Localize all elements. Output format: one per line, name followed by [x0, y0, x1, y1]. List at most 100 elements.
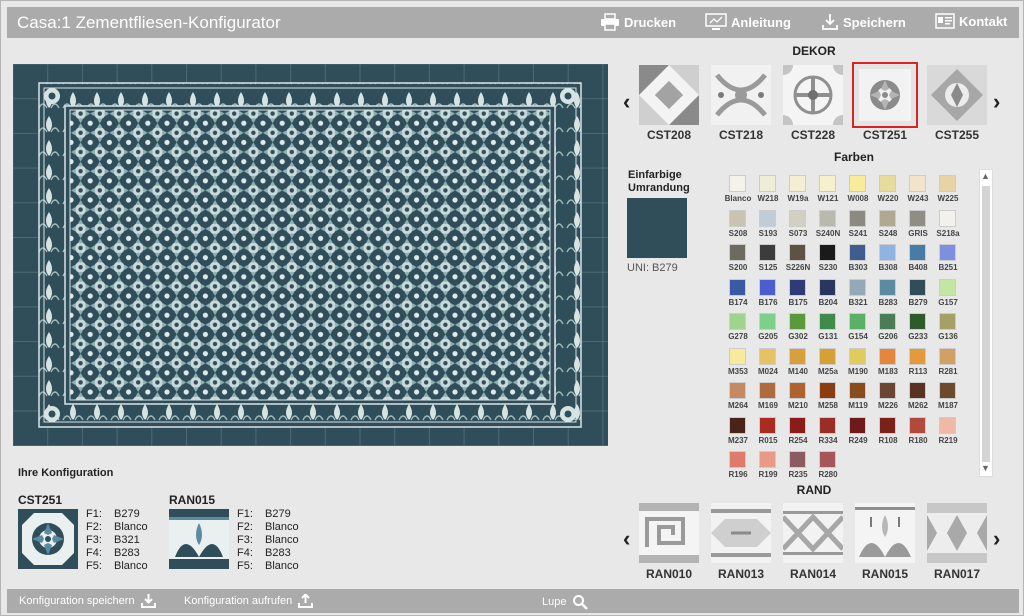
color-swatch[interactable]: W243 — [903, 175, 933, 209]
rand-next-arrow[interactable]: › — [993, 526, 1000, 552]
tile-preview-canvas[interactable] — [13, 64, 608, 446]
save-config-button[interactable]: Konfiguration speichern — [19, 594, 156, 608]
color-swatch[interactable]: M140 — [783, 347, 813, 382]
color-swatch[interactable]: B204 — [813, 278, 843, 313]
color-swatch[interactable]: R015 — [753, 416, 783, 451]
rand-tile-ran010[interactable] — [639, 503, 699, 563]
color-swatch[interactable]: M169 — [753, 382, 783, 416]
color-swatch[interactable]: G205 — [753, 313, 783, 347]
color-swatch[interactable]: M226 — [873, 382, 903, 416]
color-swatch[interactable]: Blanco — [723, 175, 753, 209]
color-swatch[interactable]: G136 — [933, 313, 963, 347]
color-swatch[interactable]: G131 — [813, 313, 843, 347]
color-swatch[interactable]: W008 — [843, 175, 873, 209]
contact-button[interactable]: Kontakt — [935, 13, 1007, 29]
color-swatch[interactable]: G233 — [903, 313, 933, 347]
color-swatch[interactable]: G157 — [933, 278, 963, 313]
color-swatch[interactable]: M190 — [843, 347, 873, 382]
color-swatch[interactable]: B176 — [753, 278, 783, 313]
color-swatch[interactable]: M25a — [813, 347, 843, 382]
color-swatch[interactable]: S230 — [813, 244, 843, 278]
dekor-tile-cst208[interactable] — [639, 65, 699, 125]
color-swatch[interactable]: G154 — [843, 313, 873, 347]
color-swatch[interactable]: S248 — [873, 209, 903, 244]
rand-tile-ran017[interactable] — [927, 503, 987, 563]
guide-button[interactable]: Anleitung — [705, 13, 791, 31]
color-swatch[interactable]: R108 — [873, 416, 903, 451]
color-swatch[interactable]: G206 — [873, 313, 903, 347]
color-swatch[interactable]: M237 — [723, 416, 753, 451]
color-swatch[interactable]: B408 — [903, 244, 933, 278]
color-swatch[interactable]: B283 — [873, 278, 903, 313]
color-swatch[interactable]: S125 — [753, 244, 783, 278]
color-swatch[interactable]: W19a — [783, 175, 813, 209]
scroll-down-icon[interactable]: ▼ — [981, 463, 990, 473]
rand-tile-ran014[interactable] — [783, 503, 843, 563]
color-swatch[interactable]: G278 — [723, 313, 753, 347]
color-swatch[interactable]: R334 — [813, 416, 843, 451]
dekor-prev-arrow[interactable]: ‹ — [623, 89, 630, 115]
color-swatch[interactable]: M353 — [723, 347, 753, 382]
color-swatch[interactable]: B321 — [843, 278, 873, 313]
color-swatch[interactable]: M183 — [873, 347, 903, 382]
config-dekor-thumbnail[interactable] — [18, 509, 78, 569]
dekor-tile-cst255[interactable] — [927, 65, 987, 125]
color-swatch[interactable]: B251 — [933, 244, 963, 278]
color-swatch[interactable]: S208 — [723, 209, 753, 244]
color-swatch[interactable]: S200 — [723, 244, 753, 278]
color-swatch[interactable]: R235 — [783, 451, 813, 485]
color-swatch[interactable]: S073 — [783, 209, 813, 244]
color-swatch[interactable]: B174 — [723, 278, 753, 313]
color-swatch[interactable]: M119 — [843, 382, 873, 416]
color-swatch[interactable]: GRIS — [903, 209, 933, 244]
dekor-tile-cst228[interactable] — [783, 65, 843, 125]
magnifier-button[interactable]: Lupe — [542, 594, 589, 610]
color-swatch[interactable]: B308 — [873, 244, 903, 278]
save-button[interactable]: Speichern — [821, 13, 906, 31]
color-swatch[interactable]: M187 — [933, 382, 963, 416]
color-swatch[interactable]: B279 — [903, 278, 933, 313]
rand-tile-ran013[interactable] — [711, 503, 771, 563]
color-swatch[interactable]: B175 — [783, 278, 813, 313]
palette-scrollbar[interactable]: ▲ ▼ — [979, 169, 993, 477]
color-swatch[interactable]: M024 — [753, 347, 783, 382]
save-config-label: Konfiguration speichern — [19, 595, 135, 607]
color-swatch[interactable]: B303 — [843, 244, 873, 278]
color-swatch[interactable]: R249 — [843, 416, 873, 451]
color-swatch[interactable]: R219 — [933, 416, 963, 451]
scroll-thumb[interactable] — [982, 186, 990, 462]
print-button[interactable]: Drucken — [600, 13, 676, 31]
scroll-up-icon[interactable]: ▲ — [981, 171, 990, 181]
color-swatch[interactable]: S240N — [813, 209, 843, 244]
color-swatch[interactable]: W220 — [873, 175, 903, 209]
color-swatch[interactable]: M262 — [903, 382, 933, 416]
color-swatch[interactable]: R113 — [903, 347, 933, 382]
color-swatch[interactable]: R280 — [813, 451, 843, 485]
solid-border-swatch[interactable] — [627, 198, 687, 258]
color-swatch[interactable]: R254 — [783, 416, 813, 451]
config-rand-thumbnail[interactable] — [169, 509, 229, 569]
rand-tile-ran015[interactable] — [855, 503, 915, 563]
color-swatch[interactable]: M264 — [723, 382, 753, 416]
color-swatch-label: S200 — [728, 263, 748, 272]
dekor-next-arrow[interactable]: › — [993, 89, 1000, 115]
color-swatch[interactable]: R281 — [933, 347, 963, 382]
rand-prev-arrow[interactable]: ‹ — [623, 526, 630, 552]
color-swatch[interactable]: M210 — [783, 382, 813, 416]
color-swatch[interactable]: S193 — [753, 209, 783, 244]
color-swatch[interactable]: R196 — [723, 451, 753, 485]
dekor-tile-cst251[interactable] — [852, 62, 918, 128]
color-swatch[interactable]: S218a — [933, 209, 963, 244]
dekor-tile-cst218[interactable] — [711, 65, 771, 125]
color-swatch[interactable]: W218 — [753, 175, 783, 209]
color-swatch[interactable]: S226N — [783, 244, 813, 278]
color-swatch[interactable]: W225 — [933, 175, 963, 209]
color-swatch[interactable]: S241 — [843, 209, 873, 244]
color-swatch[interactable]: M258 — [813, 382, 843, 416]
color-swatch[interactable]: R199 — [753, 451, 783, 485]
color-swatch[interactable]: G302 — [783, 313, 813, 347]
rand-label: RAN013 — [717, 567, 765, 581]
color-swatch[interactable]: W121 — [813, 175, 843, 209]
load-config-button[interactable]: Konfiguration aufrufen — [184, 594, 314, 608]
color-swatch[interactable]: R180 — [903, 416, 933, 451]
